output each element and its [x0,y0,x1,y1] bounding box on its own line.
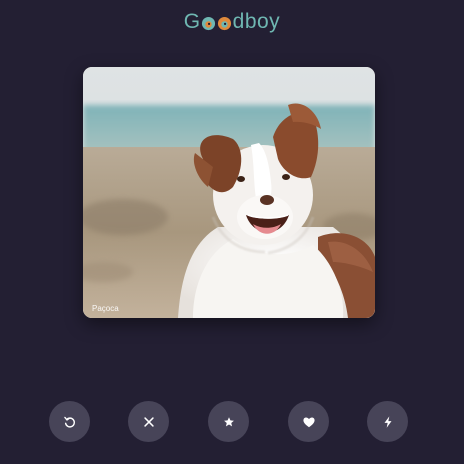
action-bar [0,401,464,443]
superlike-button[interactable] [208,401,249,442]
logo-prefix: G [183,10,201,33]
dog-name-label: Paçoca [92,304,119,313]
profile-card[interactable]: Paçoca [83,67,375,318]
bolt-icon [384,415,391,428]
undo-button[interactable] [49,401,90,442]
logo-suffix: dboy [232,10,281,33]
star-icon [223,416,234,426]
like-button[interactable] [288,401,329,442]
boost-button[interactable] [367,401,408,442]
heart-icon [302,417,315,427]
nope-button[interactable] [128,401,169,442]
logo-eye-icon [218,16,232,30]
close-icon [143,416,154,427]
app-logo: G dboy [0,8,464,36]
app-screen: G dboy Paçoca [0,0,464,464]
dog-photo [83,67,375,318]
undo-icon [63,416,75,428]
logo-eye-icon [202,16,216,30]
